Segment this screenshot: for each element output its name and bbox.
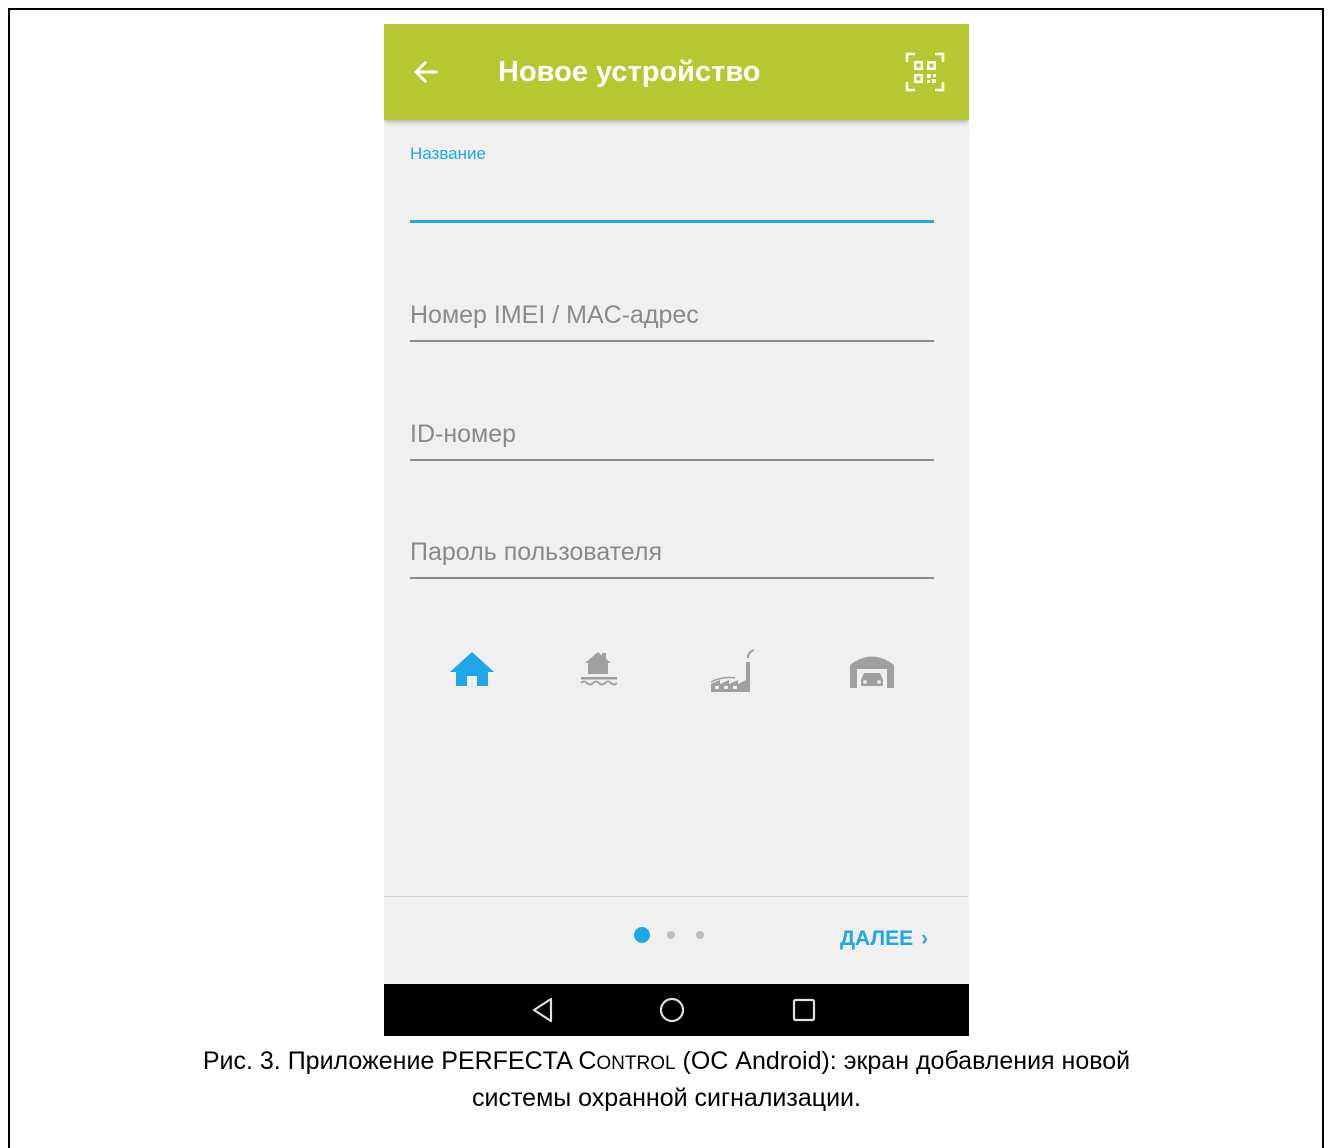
nav-back-icon[interactable] (525, 992, 561, 1028)
bottom-divider (384, 896, 969, 897)
id-number-underline (410, 459, 934, 461)
qr-code-scan-icon[interactable] (904, 51, 946, 93)
user-password-placeholder: Пароль пользователя (410, 538, 663, 566)
name-field[interactable]: Название (410, 144, 934, 224)
pager-dot-active (634, 927, 650, 943)
name-field-label: Название (410, 144, 486, 163)
house-icon[interactable] (444, 640, 500, 696)
next-button[interactable]: ДАЛЕЕ › (840, 924, 928, 954)
pager-dot (667, 931, 675, 939)
name-field-underline (410, 220, 934, 223)
next-button-label: ДАЛЕЕ (840, 927, 914, 950)
user-password-underline (410, 577, 934, 579)
caption-line-2: системы охранной сигнализации. (472, 1084, 861, 1112)
chevron-right-icon: › (921, 927, 929, 950)
pager-dot (696, 931, 704, 939)
figure-caption: Рис. 3. Приложение PERFECTA CONTROL (ОС … (20, 1044, 1313, 1116)
nav-home-icon[interactable] (654, 992, 690, 1028)
imei-mac-field[interactable]: Номер IMEI / MAC-адрес (410, 299, 934, 344)
id-number-placeholder: ID-номер (410, 420, 517, 448)
factory-icon[interactable] (703, 640, 759, 696)
user-password-field[interactable]: Пароль пользователя (410, 536, 934, 581)
app-bar: Новое устройство (384, 24, 969, 120)
android-nav-bar (384, 984, 969, 1036)
page-title: Новое устройство (498, 56, 761, 88)
imei-mac-underline (410, 340, 934, 342)
phone-screen: Новое устройство Название Номер IMEI / M… (384, 24, 969, 1036)
garage-car-icon[interactable] (844, 640, 900, 696)
imei-mac-placeholder: Номер IMEI / MAC-адрес (410, 301, 699, 329)
caption-line-1: Рис. 3. Приложение PERFECTA CONTROL (ОС … (202, 1047, 1131, 1075)
nav-recents-icon[interactable] (786, 992, 822, 1028)
house-on-water-icon[interactable] (571, 640, 627, 696)
id-number-field[interactable]: ID-номер (410, 418, 934, 463)
arrow-left-icon[interactable] (412, 58, 440, 86)
